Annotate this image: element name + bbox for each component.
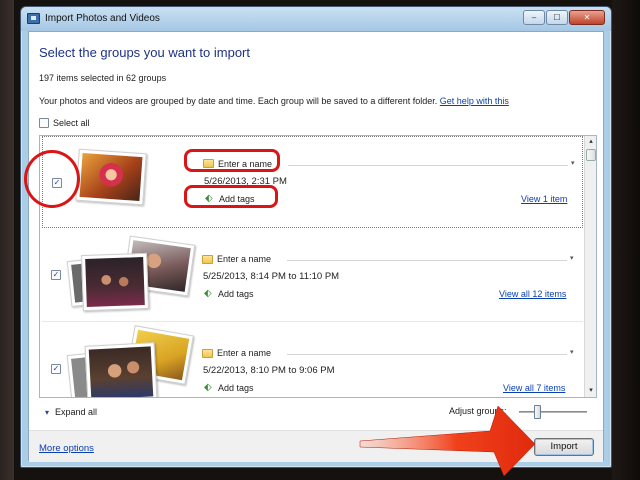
page-title: Select the groups you want to import	[39, 45, 251, 60]
desktop-background-right	[612, 0, 640, 480]
select-all-label: Select all	[53, 118, 90, 128]
selection-count: 197 items selected in 62 groups	[39, 73, 167, 83]
group-thumbnail[interactable]	[65, 145, 175, 225]
adjust-groups-label: Adjust groups:	[449, 406, 507, 416]
window-controls: – ☐ ✕	[523, 10, 605, 25]
group-row[interactable]: ✓ Enter a name ▾ 5/25/2013, 8:14 PM to 1…	[42, 230, 583, 322]
name-underline	[288, 165, 568, 166]
tag-icon: ⬖	[204, 288, 212, 299]
annotation-circle	[24, 150, 80, 208]
import-dialog-window: Import Photos and Videos – ☐ ✕ Select th…	[20, 6, 612, 468]
add-tags-button[interactable]: Add tags	[218, 383, 254, 393]
scroll-thumb[interactable]	[586, 149, 596, 161]
import-button[interactable]: Import	[534, 438, 594, 456]
photo-thumbnail	[75, 148, 147, 206]
groups-list[interactable]: ✓ Enter a name ▾ 5/26/2013, 2:31 PM ⬖ Ad…	[39, 135, 597, 398]
expand-icon: ▾	[45, 407, 50, 417]
chevron-down-icon[interactable]: ▾	[570, 254, 574, 262]
photo-import-icon	[27, 13, 40, 24]
group-name-input[interactable]: Enter a name	[217, 348, 271, 358]
description-text: Your photos and videos are grouped by da…	[39, 96, 438, 106]
close-button[interactable]: ✕	[569, 10, 605, 25]
window-title: Import Photos and Videos	[45, 13, 160, 24]
grouping-description: Your photos and videos are grouped by da…	[39, 96, 509, 106]
group-row[interactable]: ✓ Enter a name ▾ 5/26/2013, 2:31 PM ⬖ Ad…	[42, 136, 583, 228]
group-row[interactable]: ✓ Enter a name ▾ 5/22/2013, 8:10 PM to 9…	[42, 324, 583, 397]
desktop-background-left	[0, 0, 14, 480]
tag-icon: ⬖	[204, 382, 212, 393]
slider-track	[519, 411, 587, 413]
scroll-down-icon[interactable]: ▾	[586, 386, 596, 396]
group-thumbnail[interactable]	[64, 235, 196, 316]
group-date: 5/22/2013, 8:10 PM to 9:06 PM	[203, 365, 335, 376]
scroll-up-icon[interactable]: ▴	[586, 137, 596, 147]
minimize-button[interactable]: –	[523, 10, 545, 25]
name-underline	[287, 260, 567, 261]
chevron-down-icon[interactable]: ▾	[570, 348, 574, 356]
name-underline	[287, 354, 567, 355]
annotation-box-name	[184, 149, 280, 172]
view-items-link[interactable]: View 1 item	[521, 194, 567, 204]
group-name-input[interactable]: Enter a name	[217, 254, 271, 264]
photo-thumbnail	[84, 342, 158, 397]
more-options-link[interactable]: More options	[39, 443, 94, 454]
photo-thumbnail	[81, 252, 149, 312]
help-link[interactable]: Get help with this	[440, 96, 509, 106]
folder-icon	[202, 349, 213, 358]
group-checkbox[interactable]: ✓	[51, 270, 61, 280]
annotation-box-tags	[184, 185, 278, 208]
select-all-checkbox[interactable]	[39, 118, 49, 128]
list-scrollbar[interactable]: ▴ ▾	[584, 136, 596, 397]
group-date: 5/25/2013, 8:14 PM to 11:10 PM	[203, 271, 340, 282]
slider-thumb[interactable]	[534, 405, 541, 419]
adjust-groups-slider[interactable]	[519, 405, 587, 419]
expand-all-label: Expand all	[55, 407, 98, 417]
maximize-button[interactable]: ☐	[546, 10, 568, 25]
group-thumbnail[interactable]	[64, 325, 194, 397]
expand-all-button[interactable]: ▾ Expand all	[45, 407, 97, 417]
folder-icon	[202, 255, 213, 264]
view-items-link[interactable]: View all 12 items	[499, 289, 566, 299]
dialog-content: Select the groups you want to import 197…	[28, 31, 604, 462]
title-bar[interactable]: Import Photos and Videos – ☐ ✕	[21, 7, 611, 31]
group-checkbox[interactable]: ✓	[51, 364, 61, 374]
select-all-row[interactable]: Select all	[39, 118, 90, 128]
chevron-down-icon[interactable]: ▾	[571, 159, 575, 167]
dialog-footer: More options Import	[29, 430, 603, 462]
view-items-link[interactable]: View all 7 items	[503, 383, 565, 393]
add-tags-button[interactable]: Add tags	[218, 289, 254, 299]
